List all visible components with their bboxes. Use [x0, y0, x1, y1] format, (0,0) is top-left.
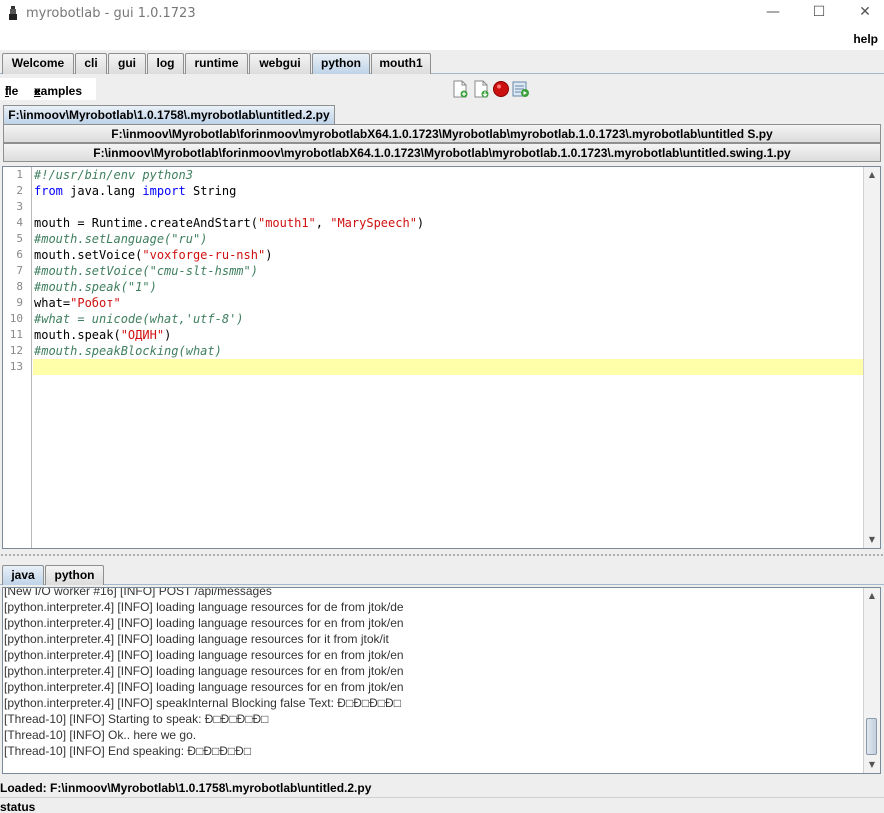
line-number: 5 [16, 232, 23, 245]
console-line: [python.interpreter.4] [INFO] speakInter… [4, 696, 401, 710]
tab-runtime[interactable]: runtime [185, 53, 248, 74]
scroll-up-icon[interactable]: ▲ [867, 591, 877, 601]
console-line: [Thread-10] [INFO] Ok.. here we go. [4, 728, 197, 742]
console-line: [Thread-10] [INFO] Starting to speak: Ð□… [4, 712, 269, 726]
tab-java[interactable]: java [2, 565, 44, 585]
console-line: [python.interpreter.4] [INFO] loading la… [4, 616, 404, 630]
tab-mouth1[interactable]: mouth1 [371, 53, 431, 74]
console-log[interactable]: [Thread-10] [INFO] End speaking: Ð□Ð□Ð□Ð… [2, 587, 881, 774]
editor-scrollbar[interactable]: ▲ ▼ [863, 167, 880, 548]
line-number: 6 [16, 248, 23, 261]
menu-bar: help [0, 28, 884, 50]
file-tab-untitled-s[interactable]: F:\inmoov\Myrobotlab\forinmoov\myrobotla… [3, 124, 881, 143]
code-area[interactable]: #!/usr/bin/env python3 from java.lang imp… [33, 167, 863, 548]
maximize-button[interactable]: ☐ [796, 0, 842, 26]
window-title: myrobotlab - gui 1.0.1723 [26, 6, 196, 21]
line-number: 12 [9, 344, 23, 357]
line-number: 7 [16, 264, 23, 277]
stop-icon[interactable] [492, 80, 510, 98]
code-line[interactable]: mouth = Runtime.createAndStart("mouth1",… [33, 215, 863, 231]
code-line[interactable]: mouth.setVoice("voxforge-ru-nsh") [33, 247, 863, 263]
code-line[interactable]: #mouth.speakBlocking(what) [33, 343, 863, 359]
tab-python-console[interactable]: python [45, 565, 104, 585]
main-tab-bar: Welcome cli gui log runtime webgui pytho… [0, 50, 884, 74]
file-tab-untitled-swing-1[interactable]: F:\inmoov\Myrobotlab\forinmoov\myrobotla… [3, 143, 881, 162]
line-number: 13 [9, 360, 23, 373]
code-line[interactable]: mouth.speak("ОДИН") [33, 327, 863, 343]
title-bar: myrobotlab - gui 1.0.1723 — ☐ ✕ [0, 0, 884, 28]
line-number: 11 [9, 328, 23, 341]
scroll-down-icon[interactable]: ▼ [867, 760, 877, 770]
tab-webgui[interactable]: webgui [249, 53, 311, 74]
scroll-thumb[interactable] [866, 718, 877, 755]
file-tab-untitled-2[interactable]: F:\inmoov\Myrobotlab\1.0.1758\.myrobotla… [3, 105, 335, 124]
code-line[interactable]: #what = unicode(what,'utf-8') [33, 311, 863, 327]
code-line[interactable]: from java.lang import String [33, 183, 863, 199]
console-line: [python.interpreter.4] [INFO] loading la… [4, 632, 389, 646]
line-number-gutter: 1 2 3 4 5 6 7 8 9 10 11 12 13 [3, 167, 32, 548]
line-number: 10 [9, 312, 23, 325]
split-pane-divider[interactable] [0, 552, 884, 560]
divider-grip [0, 553, 884, 558]
line-number: 4 [16, 216, 23, 229]
tab-gui[interactable]: gui [108, 53, 146, 74]
loaded-status: Loaded: F:\inmoov\Myrobotlab\1.0.1758\.m… [0, 781, 884, 797]
scroll-up-icon[interactable]: ▲ [867, 170, 877, 180]
tab-welcome[interactable]: Welcome [2, 53, 74, 74]
code-line[interactable]: #mouth.speak("1") [33, 279, 863, 295]
load-file-icon[interactable] [472, 80, 490, 98]
robot-icon [9, 6, 17, 20]
console-line: [New I/O worker #16] [INFO] POST /api/me… [4, 587, 272, 598]
line-number: 9 [16, 296, 23, 309]
console-line: [python.interpreter.4] [INFO] loading la… [4, 680, 404, 694]
help-menu[interactable]: help [853, 32, 878, 46]
line-number: 3 [16, 200, 23, 213]
line-number: 2 [16, 184, 23, 197]
console-tab-bar: java python [0, 563, 884, 585]
python-panel: f ile e xamples F:\inmoov\Myrobotlab\1.0.1… [0, 74, 884, 782]
code-line[interactable]: #mouth.setVoice("cmu-slt-hsmm") [33, 263, 863, 279]
code-line[interactable] [33, 199, 863, 215]
python-menu: f ile e xamples [0, 78, 96, 100]
code-line[interactable]: #mouth.setLanguage("ru") [33, 231, 863, 247]
line-number: 8 [16, 280, 23, 293]
examples-menu-rest: xamples [34, 84, 83, 98]
close-button[interactable]: ✕ [842, 0, 884, 26]
code-line[interactable] [33, 359, 863, 375]
tab-cli[interactable]: cli [75, 53, 107, 74]
console-line: [Thread-10] [INFO] End speaking: Ð□Ð□Ð□Ð… [4, 744, 252, 758]
minimize-button[interactable]: — [750, 0, 796, 26]
code-editor[interactable]: 1 2 3 4 5 6 7 8 9 10 11 12 13 #!/usr/bin… [2, 166, 881, 549]
new-file-icon[interactable] [451, 80, 469, 98]
console-scrollbar[interactable]: ▲ ▼ [863, 588, 880, 773]
file-menu-rest: ile [5, 84, 19, 98]
tab-python[interactable]: python [312, 53, 370, 74]
code-line[interactable]: what="Робот" [33, 295, 863, 311]
status-bar: status [0, 797, 884, 813]
line-number: 1 [16, 168, 23, 181]
execute-icon[interactable] [512, 80, 530, 98]
python-toolbar: f ile e xamples [0, 74, 884, 104]
console-line: [python.interpreter.4] [INFO] loading la… [4, 648, 404, 662]
console-line: [python.interpreter.4] [INFO] loading la… [4, 664, 404, 678]
console-line: [python.interpreter.4] [INFO] loading la… [4, 600, 404, 614]
code-line[interactable]: #!/usr/bin/env python3 [33, 167, 863, 183]
scroll-down-icon[interactable]: ▼ [867, 535, 877, 545]
tab-log[interactable]: log [147, 53, 184, 74]
